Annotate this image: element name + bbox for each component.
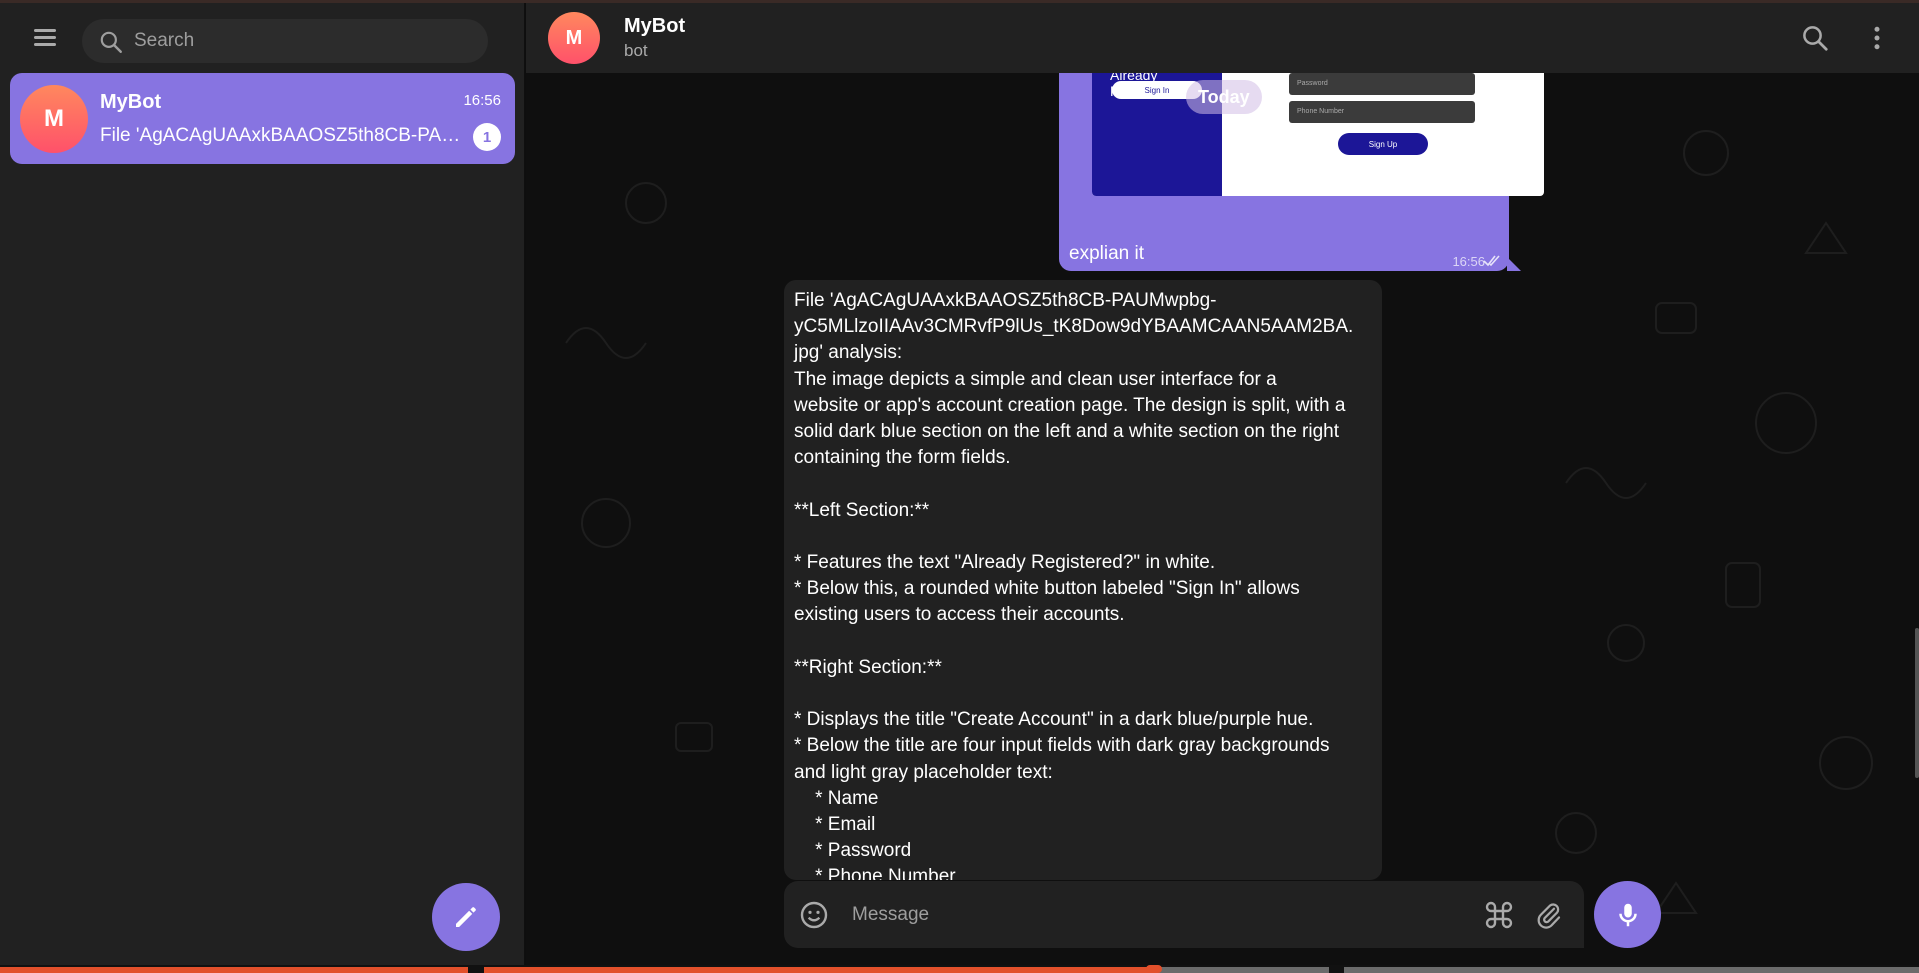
- chat-time: 16:56: [463, 92, 501, 109]
- microphone-icon: [1618, 903, 1637, 926]
- chat-area: M MyBot bot Already Registered? Sign In: [526, 3, 1919, 965]
- sidebar: M MyBot 16:56 File 'AgACAgUAAxkBAAOSZ5th…: [0, 3, 525, 965]
- search-icon: [100, 31, 122, 53]
- avatar: M: [20, 85, 88, 153]
- search-box[interactable]: [82, 19, 488, 63]
- emoji-icon[interactable]: [798, 899, 830, 931]
- outgoing-message[interactable]: Already Registered? Sign In Password Pho…: [1059, 73, 1544, 271]
- search-input[interactable]: [134, 19, 474, 63]
- bottom-progress-strip: [0, 965, 1919, 973]
- pencil-icon: [456, 907, 476, 927]
- new-message-button[interactable]: [432, 883, 500, 951]
- image-signup-button: Sign Up: [1338, 133, 1428, 155]
- outgoing-message-text: explian it: [1069, 243, 1144, 264]
- peer-status: bot: [624, 41, 648, 60]
- message-composer: [784, 881, 1584, 948]
- date-separator: Today: [1186, 80, 1262, 114]
- telegram-window: M MyBot 16:56 File 'AgACAgUAAxkBAAOSZ5th…: [0, 0, 1919, 973]
- chat-last-message-preview: File 'AgACAgUAAxkBAAOSZ5th8CB-PAUMwpbg-y…: [100, 125, 470, 146]
- sidebar-header: [0, 3, 525, 73]
- peer-name[interactable]: MyBot: [624, 15, 685, 38]
- attach-icon[interactable]: [1534, 899, 1564, 931]
- chat-list-item-mybot[interactable]: M MyBot 16:56 File 'AgACAgUAAxkBAAOSZ5th…: [10, 73, 515, 164]
- message-input[interactable]: [852, 881, 1432, 948]
- image-phone-field: Phone Number: [1289, 101, 1475, 123]
- scrollbar[interactable]: [1915, 628, 1919, 778]
- chat-name: MyBot: [100, 91, 162, 113]
- search-icon[interactable]: [1800, 23, 1830, 53]
- hamburger-menu-icon[interactable]: [28, 25, 62, 55]
- more-vertical-icon[interactable]: [1862, 23, 1892, 53]
- incoming-message-text: File 'AgACAgUAAxkBAAOSZ5th8CB-PAUMwpbg- …: [794, 290, 1354, 880]
- progress-scrubber-handle[interactable]: [1146, 965, 1162, 973]
- progress-segment: [0, 967, 468, 973]
- incoming-message[interactable]: File 'AgACAgUAAxkBAAOSZ5th8CB-PAUMwpbg- …: [784, 280, 1382, 880]
- message-image[interactable]: Already Registered? Sign In Password Pho…: [1092, 73, 1544, 196]
- progress-segment: [1154, 967, 1329, 973]
- voice-message-button[interactable]: [1594, 881, 1661, 948]
- progress-segment: [484, 967, 1154, 973]
- unread-count-badge: 1: [473, 123, 501, 151]
- message-time: 16:56: [1452, 254, 1485, 269]
- double-check-icon: [1483, 255, 1500, 267]
- chat-header[interactable]: M MyBot bot: [526, 3, 1919, 73]
- progress-segment: [1344, 967, 1919, 973]
- bot-commands-icon[interactable]: [1483, 899, 1515, 931]
- peer-avatar[interactable]: M: [548, 12, 600, 64]
- image-password-field: Password: [1289, 73, 1475, 95]
